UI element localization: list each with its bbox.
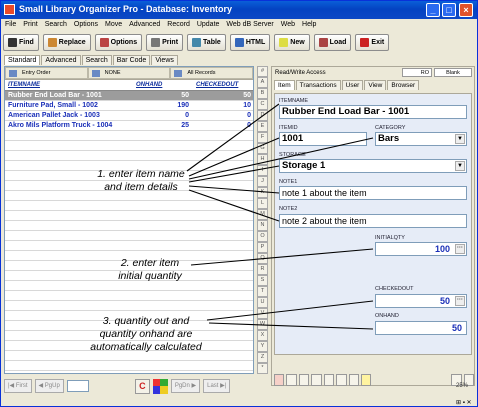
annotation-step-2: 2. enter item initial quantity: [118, 257, 182, 282]
annotation-pointer: [186, 103, 280, 172]
annotation-pointer: [190, 248, 374, 266]
annotation-pointer: [188, 185, 280, 194]
annotation-step-1: 1. enter item name and item details: [97, 168, 185, 193]
annotation-pointer: [206, 300, 374, 321]
annotation-pointer: [208, 322, 374, 330]
annotation-pointer: [188, 165, 280, 183]
annotation-pointer: [188, 137, 280, 177]
annotation-pointer: [188, 137, 374, 180]
annotation-lines: [186, 103, 374, 330]
annotation-pointer: [188, 189, 280, 222]
app-window: Small Library Organizer Pro - Database: …: [0, 0, 478, 407]
annotation-step-3: 3. quantity out and quantity onhand are …: [90, 315, 202, 353]
